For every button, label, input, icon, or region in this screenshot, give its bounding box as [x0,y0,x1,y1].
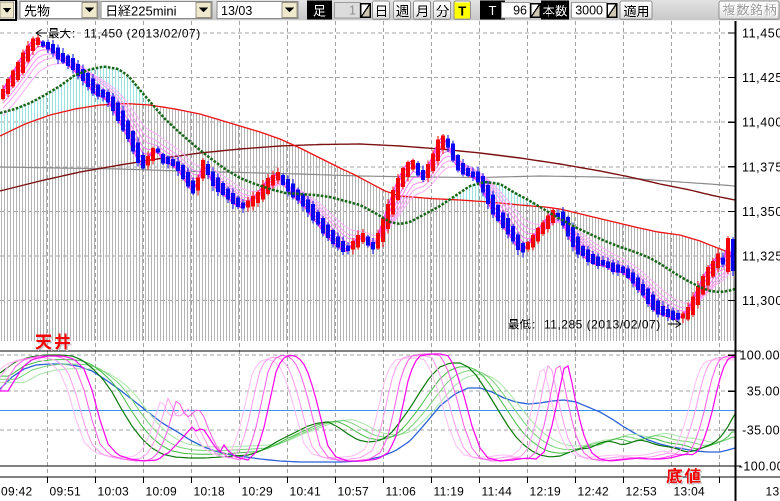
svg-text:11:44: 11:44 [482,485,513,499]
svg-text:T: T [458,4,466,19]
svg-text:11,325: 11,325 [742,250,780,264]
svg-text:-35.00: -35.00 [742,424,780,438]
svg-text:96: 96 [513,4,527,18]
svg-text:225mini: 225mini [131,4,177,19]
svg-text:10:03: 10:03 [98,485,130,499]
svg-text:13:16: 13:16 [766,485,780,499]
svg-text:09:51: 09:51 [50,485,82,499]
svg-text::: : [532,318,535,332]
svg-text:10:09: 10:09 [146,485,178,499]
svg-text:13/03: 13/03 [221,4,252,18]
svg-text::: : [72,27,75,41]
svg-text:3000: 3000 [575,4,603,18]
svg-text:35.00: 35.00 [747,385,780,399]
svg-text:12:42: 12:42 [578,485,610,499]
svg-text:11:19: 11:19 [434,485,465,499]
svg-text:11,400: 11,400 [742,116,780,130]
svg-text:11,350: 11,350 [742,205,780,219]
svg-text:-100.00: -100.00 [739,460,780,474]
svg-text:09:42: 09:42 [1,485,33,499]
svg-text:10:29: 10:29 [242,485,274,499]
svg-text:11,425: 11,425 [742,71,780,85]
svg-text:10:18: 10:18 [194,485,226,499]
svg-text:13:04: 13:04 [674,485,706,499]
svg-text:11,285 (2013/02/07): 11,285 (2013/02/07) [544,318,661,332]
svg-text:11,450 (2013/02/07): 11,450 (2013/02/07) [84,27,201,41]
svg-text:11:06: 11:06 [386,485,417,499]
svg-text:10:57: 10:57 [338,485,370,499]
svg-text:11,375: 11,375 [742,160,780,174]
svg-text:1: 1 [349,4,356,18]
svg-text:10:41: 10:41 [290,485,322,499]
svg-text:12:53: 12:53 [626,485,658,499]
svg-text:100.00: 100.00 [739,349,780,363]
svg-text:11,450: 11,450 [742,27,780,41]
svg-text:12:19: 12:19 [530,485,562,499]
svg-text:11,300: 11,300 [742,294,780,308]
svg-text:T: T [489,3,497,18]
